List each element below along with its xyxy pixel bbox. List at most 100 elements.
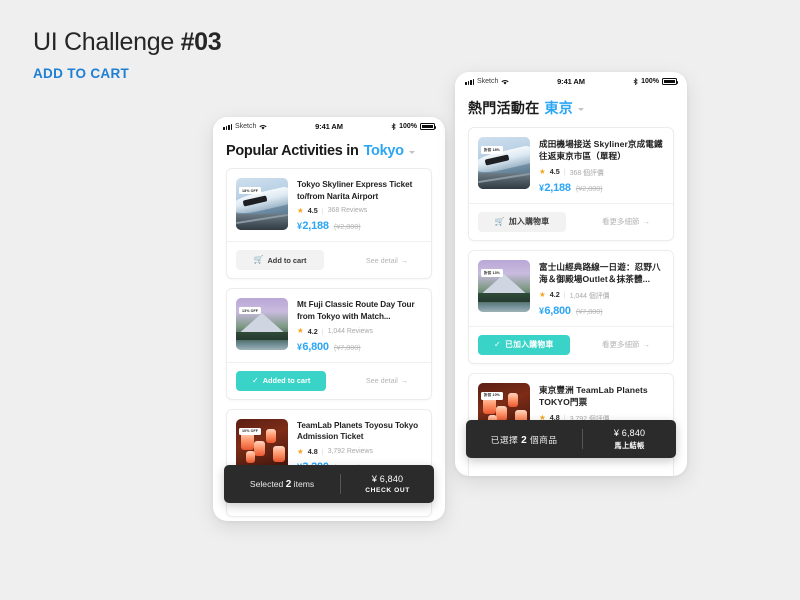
checkout-action-group[interactable]: ¥ 6,840 CHECK OUT bbox=[341, 474, 434, 494]
rating-row: ★ 4.2 | 1,044 個評價 bbox=[539, 290, 664, 300]
price-value: 2,188 bbox=[302, 220, 329, 233]
see-detail-link[interactable]: See detail → bbox=[366, 376, 408, 385]
check-icon: ✓ bbox=[494, 339, 502, 349]
see-detail-label: See detail bbox=[365, 376, 398, 386]
activity-card-footer: ✓ Added to cart See detail → bbox=[227, 361, 431, 399]
current-price: ¥6,800 bbox=[297, 341, 329, 353]
added-to-cart-button[interactable]: ✓ Added to cart bbox=[236, 370, 327, 391]
check-icon: ✓ bbox=[252, 375, 259, 385]
arrow-right-icon: → bbox=[642, 217, 651, 227]
checkout-total: ¥ 6,840 bbox=[371, 474, 404, 484]
see-detail-label: 看更多細節 bbox=[602, 217, 640, 227]
rating-score: 4.2 bbox=[307, 326, 318, 336]
added-to-cart-label: Added to cart bbox=[262, 376, 311, 386]
checkout-bar[interactable]: 已選擇 2 個商品 ¥ 6,840 馬上結帳 bbox=[466, 420, 676, 458]
selected-prefix: Selected bbox=[249, 478, 286, 489]
price-value: 6,800 bbox=[544, 304, 571, 317]
rating-divider: | bbox=[321, 326, 324, 336]
star-icon: ★ bbox=[297, 326, 304, 336]
city-selector-label[interactable]: 東京 bbox=[545, 98, 574, 118]
rating-score: 4.5 bbox=[307, 206, 318, 216]
page-title-number: #03 bbox=[180, 28, 222, 56]
price-row: ¥2,188 (¥2,800) bbox=[297, 220, 422, 232]
chevron-down-icon[interactable] bbox=[578, 108, 585, 111]
discount-badge: 10% OFF bbox=[239, 427, 262, 435]
chevron-down-icon[interactable] bbox=[408, 151, 415, 154]
activity-card-body: 13% OFF Mt Fuji Classic Route Day Tour f… bbox=[227, 289, 431, 361]
rating-score: 4.2 bbox=[549, 290, 560, 300]
page-title-prefix: UI Challenge bbox=[33, 28, 181, 56]
screen-title-text: 熱門活動在 bbox=[468, 100, 540, 116]
activity-title: 東京豐洲 TeamLab Planets TOKYO門票 bbox=[539, 384, 648, 408]
see-detail-label: 看更多細節 bbox=[602, 340, 640, 350]
activity-title: Tokyo Skyliner Express Ticket to/from Na… bbox=[297, 180, 413, 201]
city-selector-label[interactable]: Tokyo bbox=[364, 143, 404, 159]
status-bar-time: 9:41 AM bbox=[557, 77, 585, 86]
rating-row: ★ 4.8 | 3,792 Reviews bbox=[297, 447, 422, 456]
signal-bars-icon bbox=[223, 123, 232, 130]
see-detail-link[interactable]: 看更多細節 → bbox=[602, 339, 650, 350]
activity-thumbnail: 13% OFF bbox=[236, 298, 288, 351]
review-count: 3,792 Reviews bbox=[327, 447, 373, 455]
activity-thumbnail: 折扣 13% bbox=[478, 259, 530, 312]
selected-items-label: Selected 2 items bbox=[224, 479, 340, 490]
activity-card[interactable]: 13% OFF Mt Fuji Classic Route Day Tour f… bbox=[226, 288, 432, 400]
see-detail-link[interactable]: See detail → bbox=[366, 256, 408, 265]
discount-badge: 折扣 10% bbox=[481, 391, 503, 400]
activity-thumbnail: 10% OFF bbox=[236, 418, 288, 471]
battery-full-icon bbox=[662, 78, 679, 85]
add-to-cart-label: Add to cart bbox=[267, 255, 307, 265]
review-count: 368 Reviews bbox=[327, 207, 368, 215]
activity-title: TeamLab Planets Toyosu Tokyo Admission T… bbox=[297, 420, 419, 442]
screen-title-chinese: 熱門活動在 東京 bbox=[455, 88, 687, 127]
original-price: (¥2,800) bbox=[575, 183, 603, 193]
rating-divider: | bbox=[563, 167, 566, 177]
status-bar-right: 100% bbox=[343, 123, 437, 130]
activity-card[interactable]: 18% OFF Tokyo Skyliner Express Ticket to… bbox=[226, 168, 432, 280]
page-header: UI Challenge #03 ADD TO CART bbox=[33, 28, 222, 81]
added-to-cart-button[interactable]: ✓ 已加入購物車 bbox=[478, 334, 570, 355]
page-root: UI Challenge #03 ADD TO CART Sketch 9:41… bbox=[0, 0, 800, 600]
selected-suffix: 個商品 bbox=[527, 434, 558, 445]
star-icon: ★ bbox=[539, 290, 546, 300]
status-bar: Sketch 9:41 AM 100% bbox=[213, 117, 445, 133]
activity-info: Tokyo Skyliner Express Ticket to/from Na… bbox=[297, 178, 422, 232]
checkout-bar[interactable]: Selected 2 items ¥ 6,840 CHECK OUT bbox=[224, 465, 434, 503]
add-to-cart-label: 加入購物車 bbox=[508, 217, 550, 227]
price-value: 6,800 bbox=[302, 340, 329, 353]
page-title: UI Challenge #03 bbox=[33, 28, 222, 57]
star-icon: ★ bbox=[297, 446, 304, 456]
phone-mockup-english: Sketch 9:41 AM 100% Popular Activities i… bbox=[213, 117, 445, 521]
screen-title-text: Popular Activities in bbox=[226, 143, 359, 159]
signal-bars-icon bbox=[465, 78, 474, 85]
current-price: ¥2,188 bbox=[539, 182, 571, 194]
activity-card[interactable]: 折扣 18% 成田機場接送 Skyliner京成電鐵往返東京市區（單程） ★ 4… bbox=[468, 127, 674, 241]
rating-score: 4.5 bbox=[549, 167, 560, 177]
discount-badge: 折扣 13% bbox=[481, 268, 503, 278]
review-count: 368 個評價 bbox=[569, 169, 604, 177]
add-to-cart-button[interactable]: 🛒 加入購物車 bbox=[478, 211, 566, 232]
review-count: 1,044 個評價 bbox=[569, 292, 610, 300]
activity-card-body: 折扣 18% 成田機場接送 Skyliner京成電鐵往返東京市區（單程） ★ 4… bbox=[469, 128, 673, 203]
checkout-action-label: 馬上結帳 bbox=[614, 440, 645, 450]
activity-info: Mt Fuji Classic Route Day Tour from Toky… bbox=[297, 298, 422, 352]
phone-mockup-chinese: Sketch 9:41 AM 100% 熱門活動在 東京 折扣 18% 成田機場… bbox=[455, 72, 687, 476]
current-price: ¥6,800 bbox=[539, 305, 571, 317]
rating-divider: | bbox=[563, 290, 566, 300]
wifi-icon bbox=[259, 124, 268, 130]
add-to-cart-button[interactable]: 🛒 Add to cart bbox=[236, 250, 324, 271]
battery-percent-label: 100% bbox=[641, 78, 659, 85]
see-detail-link[interactable]: 看更多細節 → bbox=[602, 216, 650, 227]
activity-card-body: 折扣 13% 富士山經典路線一日遊：忍野八海＆御殿場Outlet＆抹茶體... … bbox=[469, 251, 673, 326]
price-row: ¥6,800 (¥7,800) bbox=[297, 341, 422, 353]
activity-card[interactable]: 折扣 13% 富士山經典路線一日遊：忍野八海＆御殿場Outlet＆抹茶體... … bbox=[468, 249, 674, 364]
discount-badge: 18% OFF bbox=[239, 187, 262, 195]
status-bar-right: 100% bbox=[585, 78, 679, 85]
wifi-icon bbox=[501, 79, 510, 85]
activity-card-body: 18% OFF Tokyo Skyliner Express Ticket to… bbox=[227, 169, 431, 241]
status-bar-left: Sketch bbox=[465, 78, 557, 85]
checkout-action-group[interactable]: ¥ 6,840 馬上結帳 bbox=[583, 428, 676, 451]
rating-row: ★ 4.5 | 368 個評價 bbox=[539, 167, 664, 177]
page-subtitle: ADD TO CART bbox=[33, 66, 130, 81]
original-price: (¥2,800) bbox=[333, 222, 361, 232]
